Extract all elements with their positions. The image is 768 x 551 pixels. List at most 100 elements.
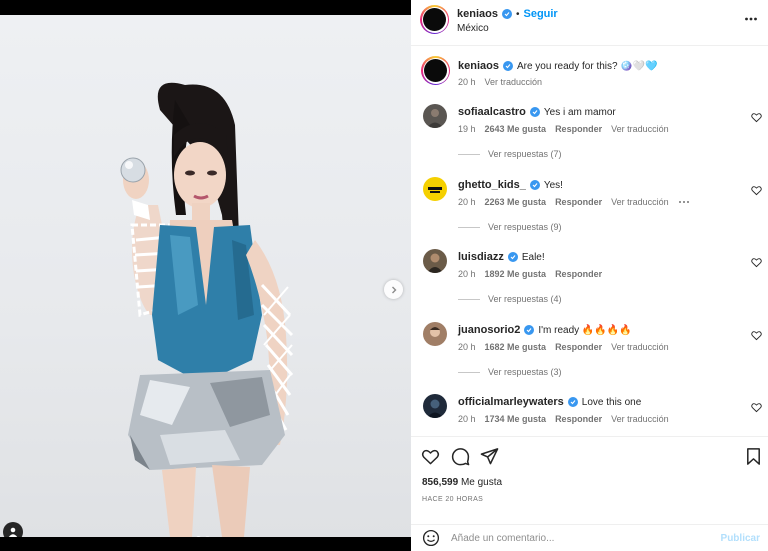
translate-link[interactable]: Ver traducción [611,124,669,134]
comment-text: Eale! [521,251,545,263]
caption-time: 20 h [458,77,476,87]
view-replies-label: Ver respuestas (3) [488,367,562,377]
comment-more-icon[interactable] [678,197,690,207]
translate-link[interactable]: Ver traducción [611,197,669,207]
commenter-avatar[interactable] [423,104,447,128]
caption-translate-link[interactable]: Ver traducción [485,77,543,87]
caption-avatar[interactable] [421,56,450,85]
photo-illustration [120,82,294,537]
comment-text-line: ghetto_kids_ Yes! [458,179,563,191]
comment-username[interactable]: luisdiazz [458,251,504,263]
verified-badge-icon [529,107,540,117]
heart-icon[interactable] [751,257,762,268]
comment-username[interactable]: juanosorio2 [458,324,520,336]
heart-icon[interactable] [751,402,762,413]
reply-button[interactable]: Responder [555,197,602,207]
comment-text-line: luisdiazz Eale! [458,251,545,263]
commenter-avatar[interactable] [423,322,447,346]
user-tag-icon [8,527,18,537]
post-location[interactable]: México [457,23,489,34]
comment-text: Love this one [581,396,642,408]
comment-time: 19 h [458,124,476,134]
comment-text-line: juanosorio2 I'm ready 🔥🔥🔥🔥 [458,324,632,336]
commenter-avatar[interactable] [423,249,447,273]
comment-meta: 20 h 2263 Me gusta Responder Ver traducc… [458,197,690,207]
replies-divider [458,298,480,300]
reply-button[interactable]: Responder [555,124,602,134]
replies-divider [458,371,480,373]
likes-count[interactable]: 856,599 Me gusta [422,477,502,488]
commenter-avatar[interactable] [423,177,447,201]
post-photo[interactable] [0,15,411,537]
heart-icon[interactable] [751,185,762,196]
comment-likes[interactable]: 2643 Me gusta [485,124,547,134]
caption-meta: 20 h Ver traducción [458,77,542,87]
verified-badge-icon [524,325,535,335]
view-replies-button[interactable]: Ver respuestas (7) [458,149,562,159]
comment-meta: 20 h 1682 Me gusta Responder Ver traducc… [458,342,669,352]
verified-badge-icon [529,180,540,190]
likes-number: 856,599 [422,477,459,488]
comment-likes[interactable]: 2263 Me gusta [485,197,547,207]
likes-suffix: Me gusta [460,477,503,488]
tagged-users-button[interactable] [3,522,23,537]
comment-time: 20 h [458,414,476,424]
comment-username[interactable]: officialmarleywaters [458,396,564,408]
view-replies-label: Ver respuestas (9) [488,222,562,232]
media-letterbox-top [0,0,411,15]
caption-username[interactable]: keniaos [458,60,499,72]
follow-button[interactable]: Seguir [523,8,557,20]
heart-icon[interactable] [751,330,762,341]
comment-likes[interactable]: 1892 Me gusta [485,269,547,279]
reply-button[interactable]: Responder [555,269,602,279]
replies-divider [458,226,480,228]
comment-text-line: officialmarleywaters Love this one [458,396,641,408]
reply-button[interactable]: Responder [555,342,602,352]
bookmark-icon[interactable] [744,447,763,466]
comment-likes[interactable]: 1682 Me gusta [485,342,547,352]
verified-badge-icon [502,61,513,71]
view-replies-label: Ver respuestas (4) [488,294,562,304]
comment-meta: 19 h 2643 Me gusta Responder Ver traducc… [458,124,669,134]
author-line: keniaos • Seguir [457,8,558,20]
translate-link[interactable]: Ver traducción [611,414,669,424]
comment-input[interactable] [451,528,701,548]
add-comment-bar: Publicar [411,524,768,551]
translate-link[interactable]: Ver traducción [611,342,669,352]
verified-badge-icon [501,9,512,19]
publish-button[interactable]: Publicar [721,533,760,544]
author-avatar[interactable] [420,5,449,34]
view-replies-button[interactable]: Ver respuestas (4) [458,294,562,304]
post-timestamp: HACE 20 HORAS [422,496,484,503]
comment-time: 20 h [458,342,476,352]
author-username[interactable]: keniaos [457,8,498,20]
view-replies-label: Ver respuestas (7) [488,149,562,159]
like-heart-icon[interactable] [421,447,440,466]
post-header: keniaos • Seguir México [411,0,768,46]
view-replies-button[interactable]: Ver respuestas (3) [458,367,562,377]
share-icon[interactable] [480,447,499,466]
more-options-icon[interactable] [744,12,758,26]
caption-text-line: keniaos Are you ready for this? 🪩🤍🩵 [458,60,658,72]
emoji-icon[interactable] [422,529,440,547]
view-replies-button[interactable]: Ver respuestas (9) [458,222,562,232]
comments-list[interactable]: keniaos Are you ready for this? 🪩🤍🩵 20 h… [411,46,768,436]
comment-icon[interactable] [451,447,470,466]
separator-bullet: • [515,8,520,20]
verified-badge-icon [507,252,518,262]
heart-icon[interactable] [751,112,762,123]
verified-badge-icon [567,397,578,407]
reply-button[interactable]: Responder [555,414,602,424]
next-slide-button[interactable] [384,280,403,299]
chevron-right-icon [391,286,396,293]
post-details-panel: keniaos • Seguir México keniaos Are you … [411,0,768,551]
comment-username[interactable]: sofiaalcastro [458,106,526,118]
comment-username[interactable]: ghetto_kids_ [458,179,526,191]
replies-divider [458,153,480,155]
caption-text: Are you ready for this? 🪩🤍🩵 [516,60,658,72]
comment-likes[interactable]: 1734 Me gusta [485,414,547,424]
commenter-avatar[interactable] [423,394,447,418]
comment-time: 20 h [458,269,476,279]
comment-meta: 20 h 1892 Me gusta Responder [458,269,602,279]
comment-text: Yes i am mamor [543,106,616,118]
